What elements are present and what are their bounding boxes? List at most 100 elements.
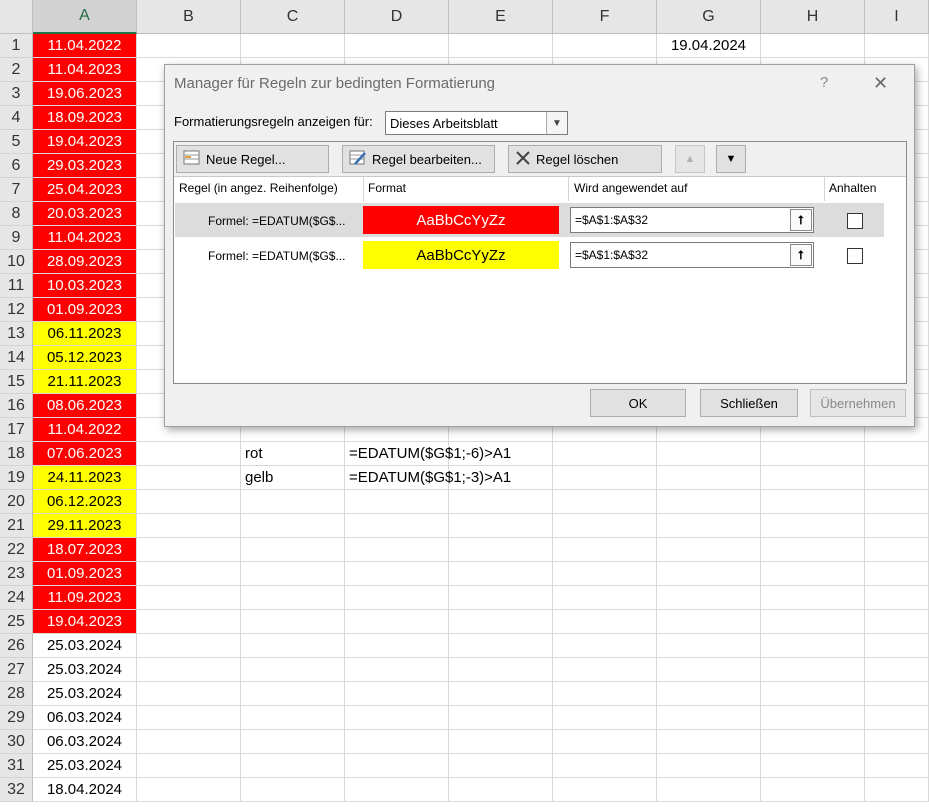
select-all-corner[interactable] [0,0,33,34]
cell-c28[interactable] [241,682,345,706]
cell-c31[interactable] [241,754,345,778]
cell-a18[interactable]: 07.06.2023 [33,442,137,466]
row-header[interactable]: 9 [0,226,33,250]
cell-a22[interactable]: 18.07.2023 [33,538,137,562]
new-rule-button[interactable]: Neue Regel... [176,145,329,173]
cell-a27[interactable]: 25.03.2024 [33,658,137,682]
cell-e1[interactable] [449,34,553,58]
range-picker-icon[interactable]: ⭡ [790,209,812,231]
cell-e30[interactable] [449,730,553,754]
cell-d27[interactable] [345,658,449,682]
cell-i28[interactable] [865,682,929,706]
column-header-f[interactable]: F [553,0,657,34]
cell-h21[interactable] [761,514,865,538]
rule-row[interactable]: Formel: =EDATUM($G$... AaBbCcYyZz =$A$1:… [175,203,884,237]
ok-button[interactable]: OK [590,389,686,417]
cell-h25[interactable] [761,610,865,634]
row-header[interactable]: 23 [0,562,33,586]
cell-c25[interactable] [241,610,345,634]
cell-i20[interactable] [865,490,929,514]
cell-f30[interactable] [553,730,657,754]
cell-a23[interactable]: 01.09.2023 [33,562,137,586]
cell-a16[interactable]: 08.06.2023 [33,394,137,418]
cell-g32[interactable] [657,778,761,802]
cell-h22[interactable] [761,538,865,562]
cell-i23[interactable] [865,562,929,586]
cell-c32[interactable] [241,778,345,802]
applies-to-input[interactable]: =$A$1:$A$32 ⭡ [570,207,814,233]
cell-e24[interactable] [449,586,553,610]
column-header-i[interactable]: I [865,0,929,34]
cell-a3[interactable]: 19.06.2023 [33,82,137,106]
cell-c24[interactable] [241,586,345,610]
cell-i31[interactable] [865,754,929,778]
cell-i24[interactable] [865,586,929,610]
cell-b24[interactable] [137,586,241,610]
cell-d1[interactable] [345,34,449,58]
cell-f24[interactable] [553,586,657,610]
cell-b18[interactable] [137,442,241,466]
cell-h27[interactable] [761,658,865,682]
row-header[interactable]: 2 [0,58,33,82]
cell-h18[interactable] [761,442,865,466]
cell-b31[interactable] [137,754,241,778]
close-button[interactable]: Schließen [700,389,798,417]
row-header[interactable]: 28 [0,682,33,706]
cell-c26[interactable] [241,634,345,658]
cell-d30[interactable] [345,730,449,754]
cell-g23[interactable] [657,562,761,586]
row-header[interactable]: 26 [0,634,33,658]
cell-f23[interactable] [553,562,657,586]
cell-a17[interactable]: 11.04.2022 [33,418,137,442]
cell-d29[interactable] [345,706,449,730]
cell-g18[interactable] [657,442,761,466]
column-header-g[interactable]: G [657,0,761,34]
cell-g26[interactable] [657,634,761,658]
cell-b30[interactable] [137,730,241,754]
cell-c19[interactable]: gelb [241,466,345,490]
row-header[interactable]: 4 [0,106,33,130]
cell-e25[interactable] [449,610,553,634]
cell-e28[interactable] [449,682,553,706]
cell-c29[interactable] [241,706,345,730]
cell-e29[interactable] [449,706,553,730]
cell-i29[interactable] [865,706,929,730]
cell-d21[interactable] [345,514,449,538]
cell-d32[interactable] [345,778,449,802]
row-header[interactable]: 30 [0,730,33,754]
cell-b1[interactable] [137,34,241,58]
cell-i26[interactable] [865,634,929,658]
row-header[interactable]: 1 [0,34,33,58]
cell-e27[interactable] [449,658,553,682]
cell-d20[interactable] [345,490,449,514]
cell-a12[interactable]: 01.09.2023 [33,298,137,322]
cell-e18[interactable] [449,442,553,466]
row-header[interactable]: 20 [0,490,33,514]
column-header-h[interactable]: H [761,0,865,34]
cell-h31[interactable] [761,754,865,778]
cell-f22[interactable] [553,538,657,562]
cell-f19[interactable] [553,466,657,490]
cell-a14[interactable]: 05.12.2023 [33,346,137,370]
cell-h28[interactable] [761,682,865,706]
row-header[interactable]: 7 [0,178,33,202]
cell-d19[interactable]: =EDATUM($G$1;-3)>A1 [345,466,511,490]
cell-d22[interactable] [345,538,449,562]
cell-e31[interactable] [449,754,553,778]
cell-b21[interactable] [137,514,241,538]
cell-e22[interactable] [449,538,553,562]
close-icon[interactable]: ✕ [873,73,888,94]
cell-f26[interactable] [553,634,657,658]
cell-b20[interactable] [137,490,241,514]
cell-a5[interactable]: 19.04.2023 [33,130,137,154]
cell-b27[interactable] [137,658,241,682]
cell-a10[interactable]: 28.09.2023 [33,250,137,274]
cell-h30[interactable] [761,730,865,754]
cell-h20[interactable] [761,490,865,514]
row-header[interactable]: 24 [0,586,33,610]
row-header[interactable]: 14 [0,346,33,370]
help-icon[interactable]: ? [820,74,828,91]
column-header-e[interactable]: E [449,0,553,34]
cell-f25[interactable] [553,610,657,634]
row-header[interactable]: 13 [0,322,33,346]
